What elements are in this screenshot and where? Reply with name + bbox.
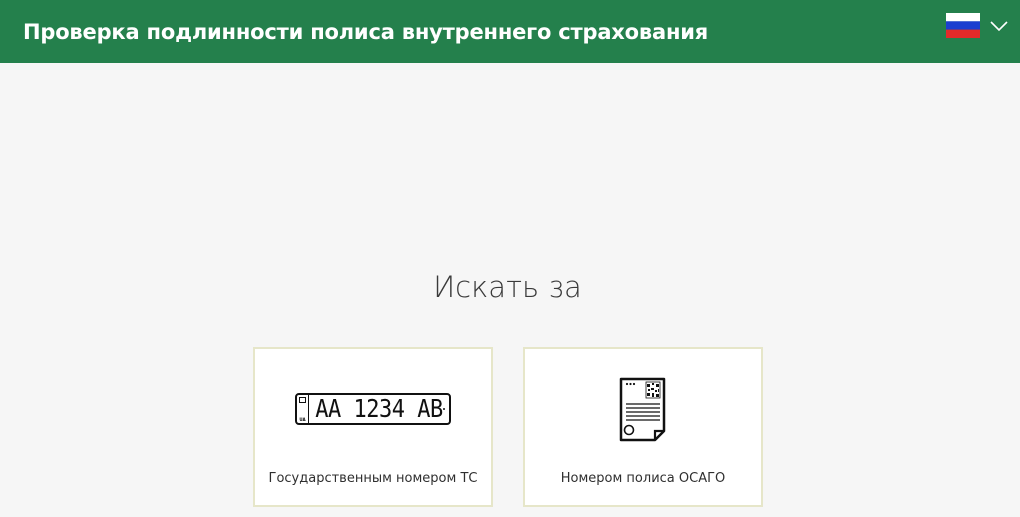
plate-country-strip: UA <box>297 395 309 423</box>
search-by-plate-label: Государственным номером ТС <box>268 471 478 486</box>
policy-document-svg <box>619 377 666 442</box>
main-content: Искать за UA AA 1234 AB Государственным … <box>0 63 1020 517</box>
search-by-heading: Искать за <box>433 270 582 304</box>
search-by-policy-label: Номером полиса ОСАГО <box>560 471 726 486</box>
plate-bolt-icon <box>443 408 445 410</box>
plate-flag-icon <box>299 397 306 403</box>
license-plate: UA AA 1234 AB <box>295 393 451 425</box>
license-plate-icon: UA AA 1234 AB <box>255 393 491 425</box>
russia-flag-icon <box>946 13 980 38</box>
page-title: Проверка подлинности полиса внутреннего … <box>23 19 709 44</box>
chevron-down-icon[interactable] <box>990 20 1008 32</box>
top-bar: Проверка подлинности полиса внутреннего … <box>0 0 1020 63</box>
search-by-plate-card[interactable]: UA AA 1234 AB Государственным номером ТС <box>253 347 493 507</box>
plate-number-text: AA 1234 AB <box>315 394 443 424</box>
search-by-policy-card[interactable]: Номером полиса ОСАГО <box>523 347 763 507</box>
insurance-policy-document-icon <box>525 377 761 443</box>
language-selector[interactable] <box>946 13 1008 38</box>
plate-country-code: UA <box>299 417 306 422</box>
